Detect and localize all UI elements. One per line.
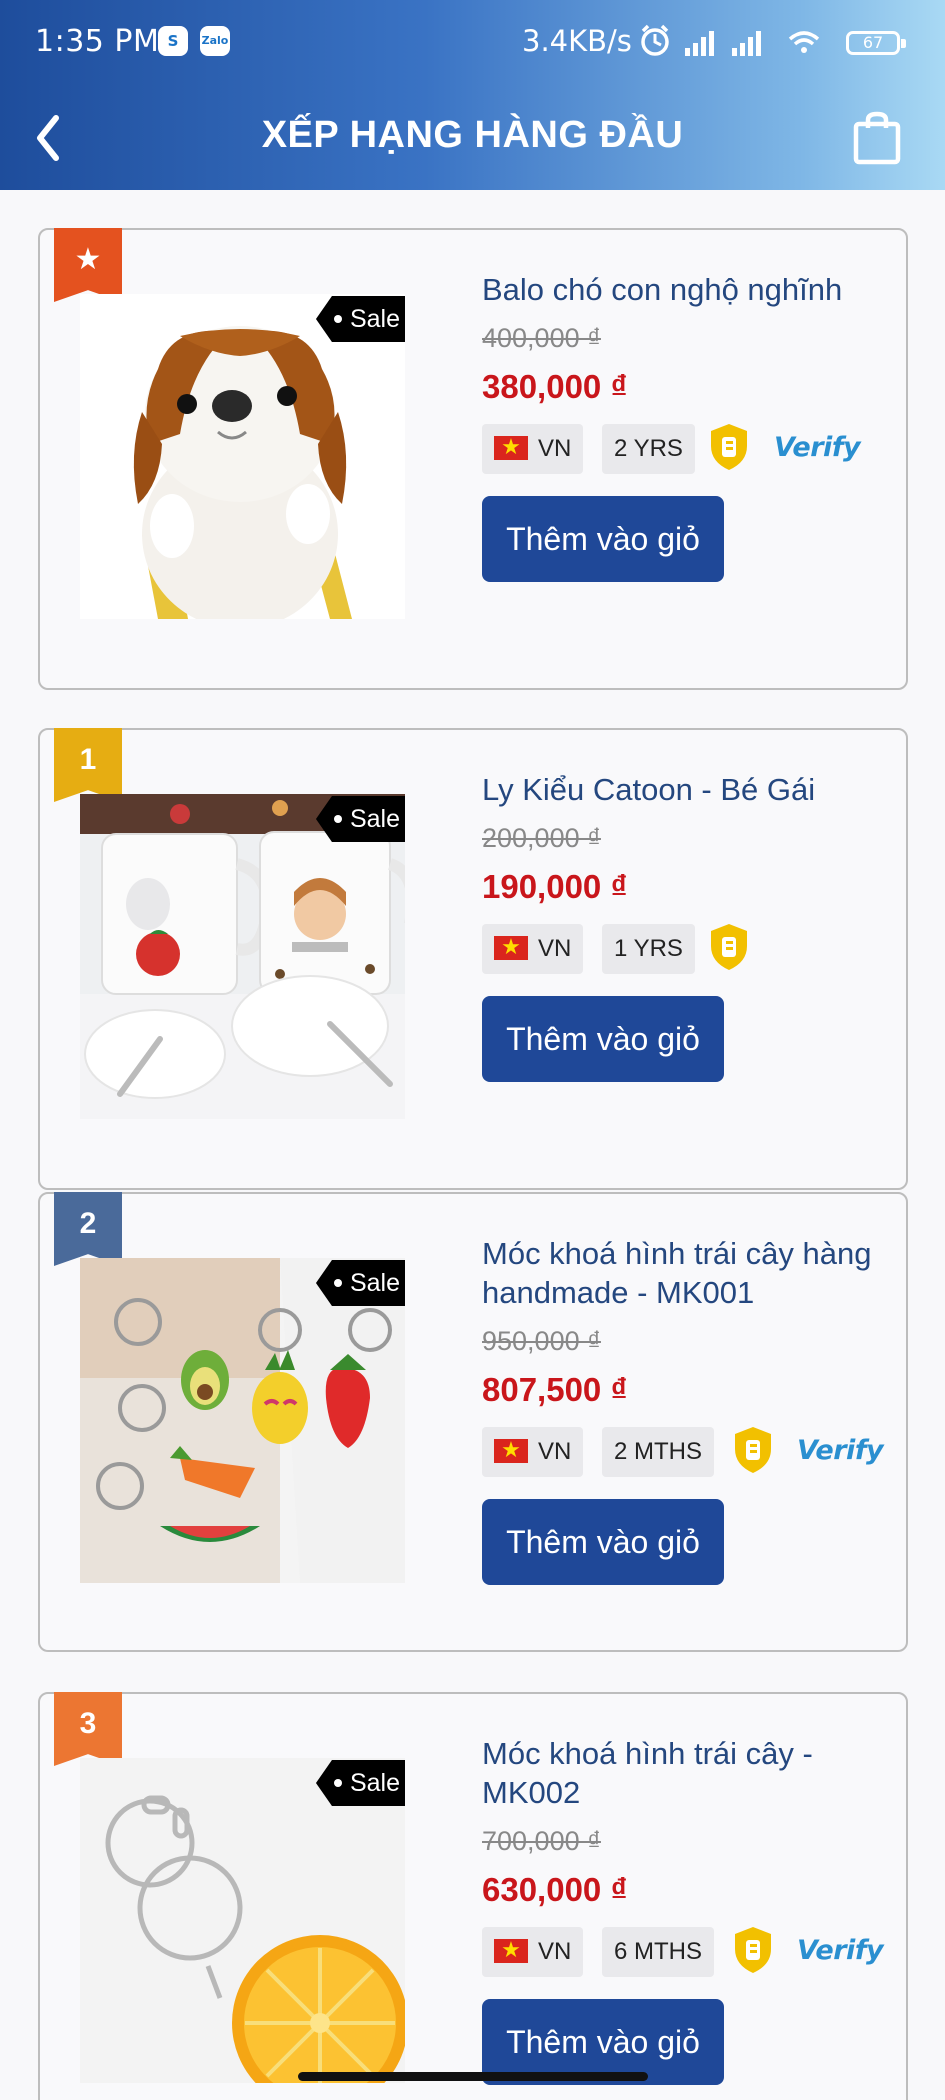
product-card[interactable]: ★ Sale Balo chó con nghộ nghĩnh 400,000 … bbox=[38, 228, 908, 690]
product-name[interactable]: Balo chó con nghộ nghĩnh bbox=[482, 270, 892, 309]
product-name[interactable]: Móc khoá hình trái cây - MK002 bbox=[482, 1734, 892, 1812]
country-label: VN bbox=[538, 1938, 572, 1965]
sale-badge: Sale bbox=[315, 796, 405, 842]
battery-icon: 67 bbox=[846, 31, 906, 55]
country-tag: VN bbox=[482, 424, 584, 474]
status-bar: 1:35 PM S Zalo 3.4KB/s 67 bbox=[0, 0, 945, 84]
verify-label: Verify bbox=[774, 432, 861, 463]
seller-age-tag: 2 YRS bbox=[602, 424, 695, 474]
signal-icon-1 bbox=[685, 31, 714, 56]
country-label: VN bbox=[538, 1438, 572, 1465]
product-name[interactable]: Móc khoá hình trái cây hàng handmade - M… bbox=[482, 1234, 892, 1312]
verified-shield-icon bbox=[711, 924, 747, 970]
sale-price: 190,000 ₫ bbox=[482, 868, 628, 905]
original-price: 200,000 ₫ bbox=[482, 823, 601, 853]
verified-shield-icon bbox=[735, 1927, 771, 1973]
sale-badge: Sale bbox=[315, 1760, 405, 1806]
product-info: Móc khoá hình trái cây hàng handmade - M… bbox=[482, 1234, 892, 1585]
seller-age-tag: 6 MTHS bbox=[602, 1927, 715, 1977]
country-label: VN bbox=[538, 935, 572, 962]
add-to-cart-button[interactable]: Thêm vào giỏ bbox=[482, 996, 724, 1082]
product-tags: VN 2 YRS Verify bbox=[482, 424, 892, 474]
app-screen: 1:35 PM S Zalo 3.4KB/s 67 XẾP HẠNG HÀNG … bbox=[0, 0, 945, 2100]
status-time: 1:35 PM bbox=[35, 24, 160, 59]
verified-shield-icon bbox=[711, 424, 747, 470]
rank-ribbon: 2 bbox=[54, 1192, 122, 1266]
country-tag: VN bbox=[482, 1427, 584, 1477]
rank-ribbon: 3 bbox=[54, 1692, 122, 1766]
vietnam-flag-icon bbox=[494, 1936, 528, 1964]
country-label: VN bbox=[538, 435, 572, 462]
product-image[interactable]: Sale bbox=[80, 1258, 405, 1583]
skype-icon: S bbox=[158, 26, 188, 56]
vietnam-flag-icon bbox=[494, 933, 528, 961]
page-title: XẾP HẠNG HÀNG ĐẦU bbox=[261, 114, 684, 156]
zalo-icon: Zalo bbox=[200, 26, 230, 56]
product-card[interactable]: 1 Sale Ly Kiểu Catoon - Bé Gái 200,000 ₫… bbox=[38, 728, 908, 1190]
alarm-icon bbox=[641, 24, 669, 56]
verified-shield-icon bbox=[735, 1427, 771, 1473]
status-icons bbox=[641, 24, 820, 56]
seller-age-tag: 2 MTHS bbox=[602, 1427, 715, 1477]
vietnam-flag-icon bbox=[494, 433, 528, 461]
product-tags: VN 1 YRS bbox=[482, 924, 892, 974]
country-tag: VN bbox=[482, 1927, 584, 1977]
product-image[interactable]: Sale bbox=[80, 294, 405, 619]
nav-bar: XẾP HẠNG HÀNG ĐẦU bbox=[0, 96, 945, 180]
top-bar: 1:35 PM S Zalo 3.4KB/s 67 XẾP HẠNG HÀNG … bbox=[0, 0, 945, 190]
verify-label: Verify bbox=[797, 1935, 884, 1966]
sale-badge: Sale bbox=[315, 296, 405, 342]
wifi-icon bbox=[788, 31, 820, 53]
signal-icon-2 bbox=[732, 31, 761, 56]
sale-badge: Sale bbox=[315, 1260, 405, 1306]
original-price: 700,000 ₫ bbox=[482, 1826, 601, 1856]
home-indicator[interactable] bbox=[298, 2072, 648, 2081]
product-tags: VN 2 MTHS Verify bbox=[482, 1427, 892, 1477]
product-image[interactable]: Sale bbox=[80, 794, 405, 1119]
rank-ribbon: ★ bbox=[54, 228, 122, 302]
add-to-cart-button[interactable]: Thêm vào giỏ bbox=[482, 1499, 724, 1585]
product-info: Móc khoá hình trái cây - MK002 700,000 ₫… bbox=[482, 1734, 892, 2085]
shopping-bag-icon[interactable] bbox=[852, 110, 902, 166]
original-price: 950,000 ₫ bbox=[482, 1326, 601, 1356]
sale-price: 630,000 ₫ bbox=[482, 1871, 628, 1908]
product-tags: VN 6 MTHS Verify bbox=[482, 1927, 892, 1977]
sale-price: 807,500 ₫ bbox=[482, 1371, 628, 1408]
product-info: Balo chó con nghộ nghĩnh 400,000 ₫ 380,0… bbox=[482, 270, 892, 582]
network-speed: 3.4KB/s bbox=[522, 24, 632, 58]
seller-age-tag: 1 YRS bbox=[602, 924, 695, 974]
product-info: Ly Kiểu Catoon - Bé Gái 200,000 ₫ 190,00… bbox=[482, 770, 892, 1082]
sale-price: 380,000 ₫ bbox=[482, 368, 628, 405]
product-image[interactable]: Sale bbox=[80, 1758, 405, 2083]
country-tag: VN bbox=[482, 924, 584, 974]
verify-label: Verify bbox=[797, 1435, 884, 1466]
rank-ribbon: 1 bbox=[54, 728, 122, 802]
original-price: 400,000 ₫ bbox=[482, 323, 601, 353]
product-card[interactable]: 2 Sale Móc khoá hình trái cây hàng handm… bbox=[38, 1192, 908, 1652]
product-card[interactable]: 3 Sale Móc khoá hình trái cây - MK002 70… bbox=[38, 1692, 908, 2100]
vietnam-flag-icon bbox=[494, 1436, 528, 1464]
add-to-cart-button[interactable]: Thêm vào giỏ bbox=[482, 496, 724, 582]
product-name[interactable]: Ly Kiểu Catoon - Bé Gái bbox=[482, 770, 892, 809]
